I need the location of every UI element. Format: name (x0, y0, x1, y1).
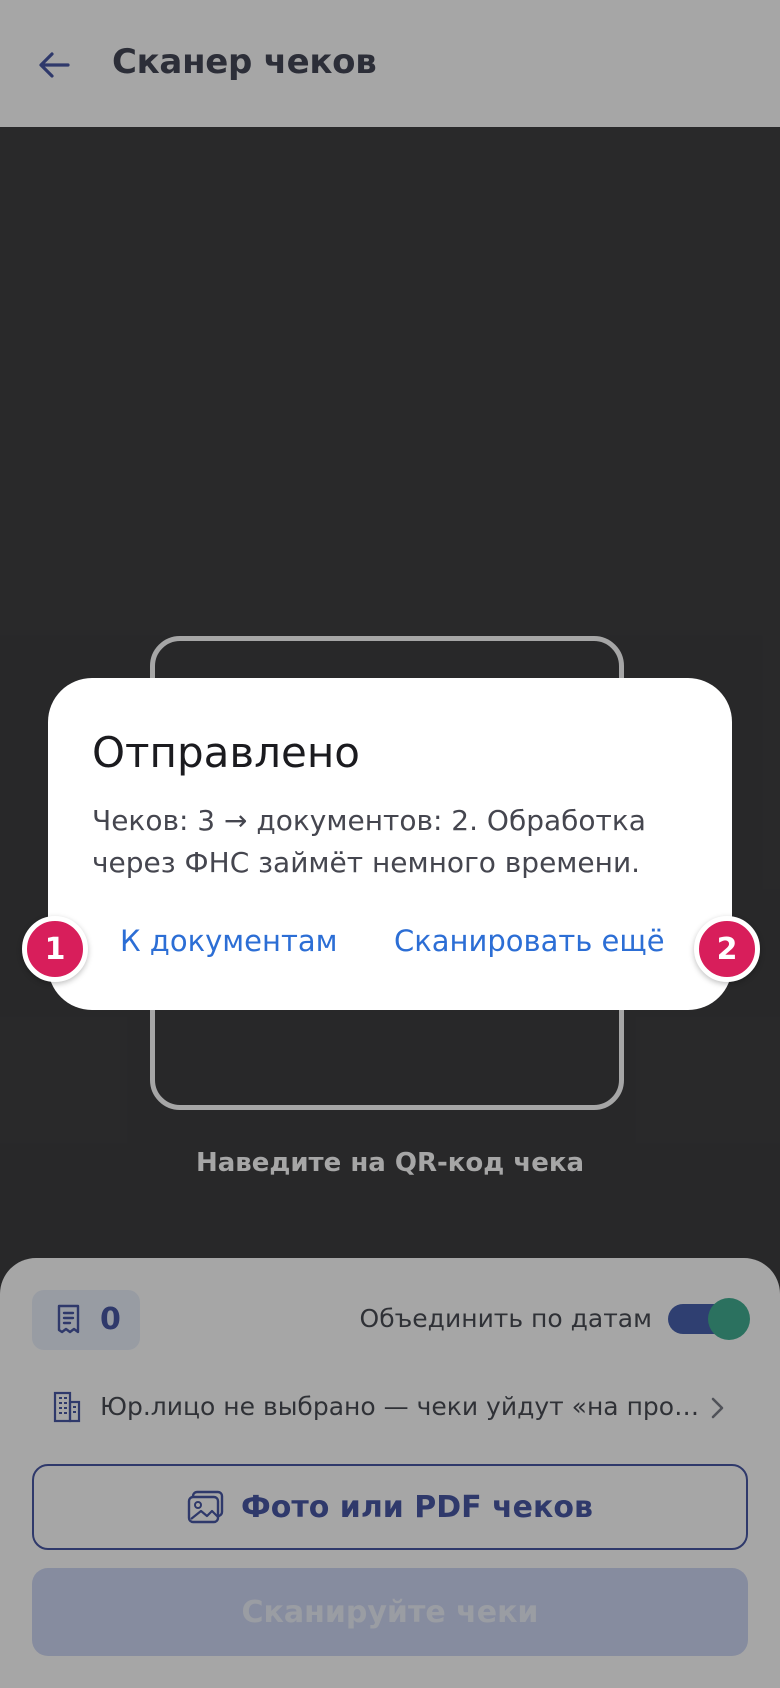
dialog-message: Чеков: 3 → документов: 2. Обработка чере… (92, 804, 646, 879)
to-documents-button[interactable]: К документам (120, 924, 338, 958)
step-badge-2: 2 (694, 916, 760, 982)
dialog-title: Отправлено (92, 728, 360, 777)
scan-more-button[interactable]: Сканировать ещё (394, 924, 665, 958)
sent-dialog: Отправлено Чеков: 3 → документов: 2. Обр… (48, 678, 732, 1010)
screen: Сканер чеков Наведите на QR-код чека 0 О… (0, 0, 780, 1688)
step-badge-1: 1 (22, 916, 88, 982)
